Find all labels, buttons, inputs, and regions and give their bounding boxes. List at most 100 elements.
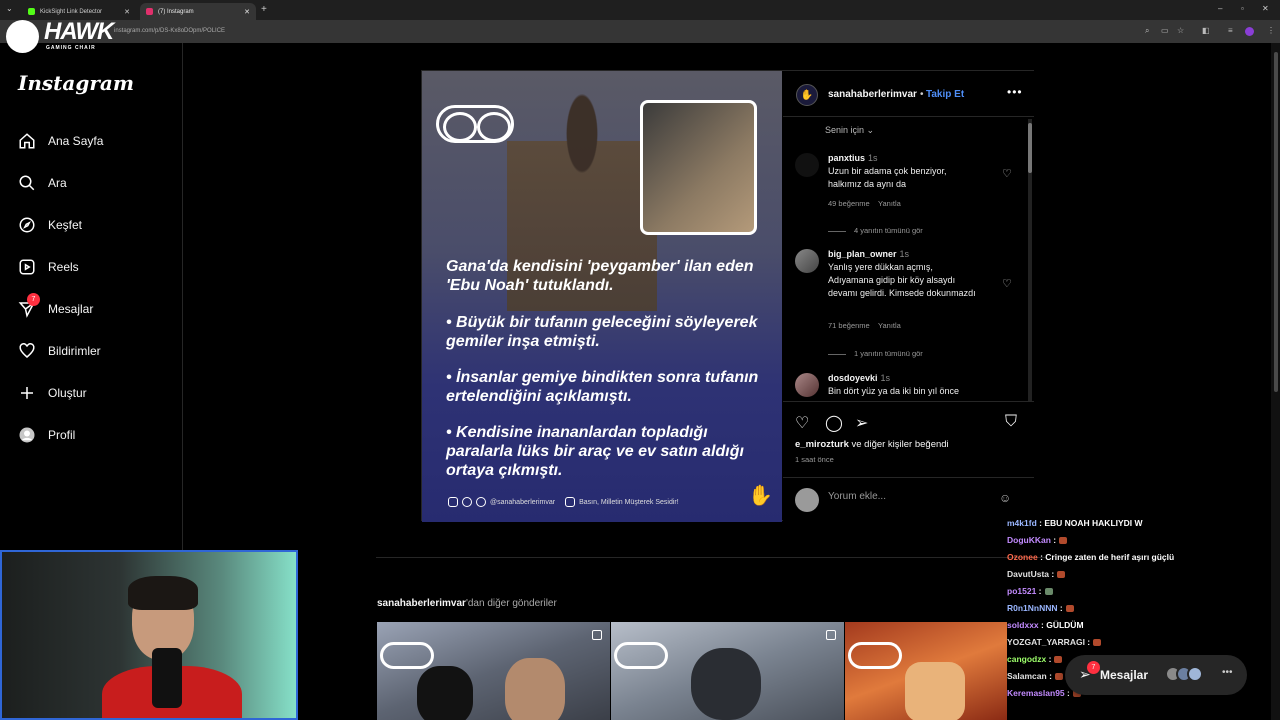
kick-favicon-icon <box>28 8 35 15</box>
author-avatar[interactable]: ✋ <box>796 84 818 106</box>
share-send-icon[interactable]: ➢ <box>855 413 868 433</box>
liked-by-text[interactable]: e_mirozturk ve diğer kişiler beğendi <box>795 439 949 450</box>
notification-badge: 7 <box>27 293 40 306</box>
follow-button[interactable]: Takip Et <box>926 89 964 100</box>
related-post-thumb[interactable] <box>845 622 1007 720</box>
commenter-avatar[interactable] <box>795 373 819 397</box>
sidebar-item-reels[interactable]: Reels <box>17 255 79 279</box>
more-posts-user[interactable]: sanahaberlerimvar <box>377 598 466 609</box>
tab-label: (7) Instagram <box>158 8 194 15</box>
messages-floating-button[interactable]: ➢ 7 Mesajlar ••• <box>1065 655 1247 695</box>
comment-author[interactable]: dosdoyevki 1s <box>828 373 890 383</box>
post-headline: Gana'da kendisini 'peygamber' ilan eden … <box>446 258 754 294</box>
sidebar-item-create[interactable]: Oluştur <box>17 381 87 405</box>
sidebar-item-profile[interactable]: Profil <box>17 423 75 447</box>
tab-search-icon[interactable]: ⌄ <box>6 4 13 13</box>
more-posts-heading: sanahaberlerimvar'dan diğer gönderiler <box>377 598 557 609</box>
hawk-feather-icon <box>6 20 39 53</box>
extensions-icon[interactable]: ◧ <box>1202 26 1210 35</box>
comment-meta: 71 beğenme Yanıtla <box>828 321 901 330</box>
comment-author[interactable]: big_plan_owner 1s <box>828 249 909 259</box>
emote-icon <box>1065 605 1074 613</box>
commenter-avatar[interactable] <box>795 153 819 177</box>
photo-masked-person <box>417 666 473 720</box>
bookmark-star-icon[interactable]: ☆ <box>1177 26 1184 35</box>
news-brand-logo <box>436 105 514 143</box>
menu-kebab-icon[interactable]: ⋮ <box>1267 26 1275 35</box>
sidebar-item-label: Keşfet <box>48 218 83 232</box>
chat-user: DavutUsta <box>1007 569 1050 579</box>
liked-by-user[interactable]: e_mirozturk <box>795 439 849 450</box>
comment-bubble-icon[interactable]: ◯ <box>825 413 843 433</box>
instagram-logo[interactable]: Instagram <box>18 71 134 95</box>
page-scrollbar-thumb[interactable] <box>1274 52 1278 392</box>
comment-likes[interactable]: 71 beğenme <box>828 321 870 330</box>
carousel-icon <box>592 630 602 640</box>
reply-button[interactable]: Yanıtla <box>878 199 901 208</box>
sidebar-toggle-icon[interactable]: ≡ <box>1228 26 1233 35</box>
save-bookmark-icon[interactable]: ⛉ <box>1005 413 1017 431</box>
sidebar-item-label: Reels <box>48 260 79 274</box>
sidebar-item-search[interactable]: Ara <box>17 171 67 195</box>
tab-instagram[interactable]: (7) Instagram ✕ <box>140 3 256 20</box>
comment-likes[interactable]: 49 beğenme <box>828 199 870 208</box>
more-options-icon[interactable]: ••• <box>1007 85 1023 99</box>
chat-message: DavutUsta : <box>1007 569 1066 579</box>
avatar-icon <box>17 425 37 445</box>
comment-item: dosdoyevki 1s Bin dört yüz ya da iki bin … <box>795 373 1015 401</box>
comment-like-heart-icon[interactable]: ♡ <box>1002 277 1012 290</box>
url-text[interactable]: instagram.com/p/DS-Kx8oDOpm/POLICE <box>114 28 225 34</box>
new-tab-icon[interactable]: + <box>261 4 267 15</box>
minimize-icon[interactable]: – <box>1218 4 1222 13</box>
post-bullet: • İnsanlar gemiye bindikten sonra tufanı… <box>446 369 759 405</box>
chat-message: YOZGAT_YARRAGI : <box>1007 637 1102 647</box>
emoji-icon[interactable]: ☺ <box>999 491 1011 505</box>
separator-dot: • <box>920 89 924 100</box>
emote-icon <box>1044 588 1053 596</box>
close-tab-icon[interactable]: ✕ <box>244 8 250 16</box>
sidebar-item-label: Ara <box>48 176 67 190</box>
news-brand-logo <box>614 642 668 669</box>
comments-scrollbar-thumb[interactable] <box>1028 123 1032 173</box>
zoom-icon[interactable]: ⌕ <box>1145 26 1149 36</box>
sidebar-item-notifications[interactable]: Bildirimler <box>17 339 101 363</box>
chat-user: DoguKKan <box>1007 535 1051 545</box>
tab-label: KickSight Link Detector <box>40 8 103 15</box>
liked-by-rest: ve diğer kişiler beğendi <box>848 439 949 450</box>
instagram-favicon-icon <box>146 8 153 15</box>
cast-icon[interactable]: ▭ <box>1161 26 1169 35</box>
comments-scrollbar[interactable] <box>1028 119 1032 401</box>
reply-button[interactable]: Yanıtla <box>878 321 901 330</box>
maximize-icon[interactable]: ▫ <box>1241 4 1244 13</box>
chat-user: m4k1fd <box>1007 518 1037 528</box>
brand-name: HAWK <box>44 18 114 45</box>
comment-input[interactable] <box>828 491 988 502</box>
chat-message: cangodzx : <box>1007 654 1063 664</box>
news-brand-logo <box>380 642 434 669</box>
view-replies-button[interactable]: 1 yanıtın tümünü gör <box>828 349 923 358</box>
close-window-icon[interactable]: ✕ <box>1262 4 1269 13</box>
comment-author[interactable]: panxtius 1s <box>828 153 878 163</box>
comment-text: Uzun bir adama çok benziyor, halkımız da… <box>828 166 947 189</box>
view-replies-button[interactable]: 4 yanıtın tümünü gör <box>828 226 923 235</box>
profile-avatar-icon[interactable] <box>1245 27 1254 36</box>
like-heart-icon[interactable]: ♡ <box>795 413 809 433</box>
sidebar-item-home[interactable]: Ana Sayfa <box>17 129 103 153</box>
sidebar-item-label: Bildirimler <box>48 344 101 358</box>
chat-message: Keremaslan95 : <box>1007 688 1081 698</box>
post-image[interactable]: Gana'da kendisini 'peygamber' ilan eden … <box>422 71 782 522</box>
close-tab-icon[interactable]: ✕ <box>124 8 130 16</box>
comment-sort-dropdown[interactable]: Senin için ⌄ <box>825 125 874 136</box>
comment-like-heart-icon[interactable]: ♡ <box>1002 167 1012 180</box>
chat-user: po1521 <box>1007 586 1037 596</box>
author-username[interactable]: sanahaberlerimvar <box>828 89 917 100</box>
commenter-avatar[interactable] <box>795 249 819 273</box>
footer-slogan: Basın, Milletin Müşterek Sesidir! <box>579 498 679 506</box>
hawk-overlay-logo: HAWK GAMING CHAIR <box>4 16 114 56</box>
sidebar-item-messages[interactable]: 7 Mesajlar <box>17 293 93 321</box>
more-options-icon[interactable]: ••• <box>1222 667 1233 678</box>
sidebar-item-explore[interactable]: Keşfet <box>17 213 82 237</box>
chat-user: Ozonee <box>1007 552 1038 562</box>
related-post-thumb[interactable] <box>611 622 844 720</box>
related-post-thumb[interactable] <box>377 622 610 720</box>
